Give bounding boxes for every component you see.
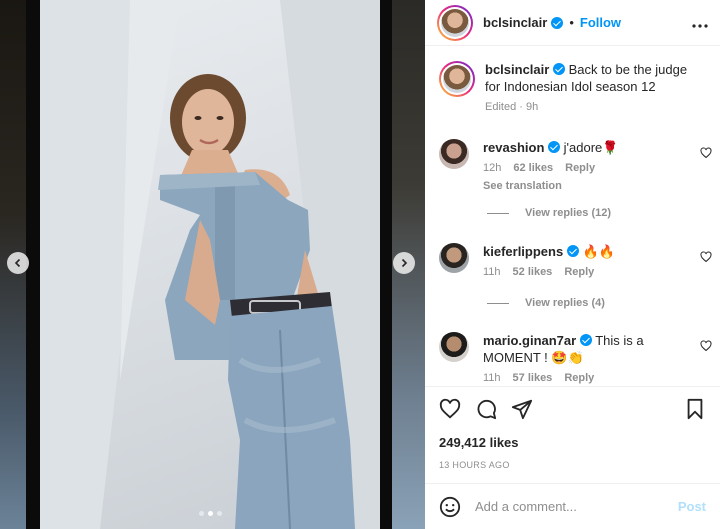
see-translation-link[interactable]: See translation [483,180,698,192]
comment-like-heart-icon[interactable] [700,251,712,263]
carousel-indicator [199,511,222,516]
verified-badge-icon [566,245,579,257]
caption-timestamp: Edited · 9h [485,101,539,113]
comment-item: kieferlippens 🔥🔥 11h 52 likes Reply [439,243,698,278]
verified-badge-icon [548,141,561,153]
comment-likes[interactable]: 62 likes [513,162,553,174]
comment-text: 🔥🔥 [582,244,615,259]
comment-item: mario.ginan7ar This is a MOMENT ! 🤩👏 11h… [439,332,698,384]
view-replies-button[interactable]: View replies (12) [487,207,611,219]
more-icon [692,24,708,28]
verified-badge-icon [579,334,592,346]
action-bar [425,387,720,431]
photo-illustration [40,0,380,529]
chevron-right-icon [401,258,408,268]
post-header: bclsinclair • Follow [425,0,720,46]
author-username[interactable]: bclsinclair [483,15,547,30]
author-avatar[interactable] [437,4,473,41]
caption-meta: Edited · 9h [485,101,705,113]
reply-button[interactable]: Reply [564,266,594,278]
caption-avatar[interactable] [439,61,475,97]
comment-likes[interactable]: 57 likes [513,372,553,384]
separator-dot: • [569,15,574,30]
view-replies-button[interactable]: View replies (4) [487,297,605,309]
caption-username[interactable]: bclsinclair [485,62,549,77]
verified-badge-icon [551,16,564,29]
next-image-button[interactable] [393,252,415,274]
post-photo [40,0,380,529]
avatar-image [443,65,471,93]
bookmark-icon[interactable] [684,398,706,420]
comments-list[interactable]: bclsinclair Back to be the judge for Ind… [425,47,720,385]
comment-meta: 11h 57 likes Reply [483,372,698,384]
comment-input[interactable] [475,499,678,514]
comment-meta: 11h 52 likes Reply [483,266,698,278]
comment-like-heart-icon[interactable] [700,340,712,352]
caption-text: bclsinclair Back to be the judge for Ind… [485,61,705,95]
add-comment-bar: Post [425,483,720,529]
reply-button[interactable]: Reply [564,372,594,384]
carousel-dot [208,511,213,516]
post-timestamp[interactable]: 13 HOURS AGO [425,460,720,470]
reply-button[interactable]: Reply [565,162,595,174]
commenter-avatar[interactable] [439,139,469,169]
post-caption: bclsinclair Back to be the judge for Ind… [439,61,705,113]
follow-button[interactable]: Follow [580,15,621,30]
heart-icon[interactable] [439,398,461,420]
comment-item: revashion j'adore🌹 12h 62 likes Reply Se… [439,139,698,192]
more-options-button[interactable] [692,12,708,33]
carousel-dot [199,511,204,516]
verified-badge-icon [552,63,565,75]
comment-text: j'adore🌹 [563,140,619,155]
comment-time: 11h [483,266,501,278]
post-actions: 249,412 likes 13 HOURS AGO [425,386,720,470]
commenter-avatar[interactable] [439,332,469,362]
post-comment-button[interactable]: Post [678,499,706,514]
view-replies-label: View replies (12) [525,207,612,219]
comment-username[interactable]: revashion [483,140,544,155]
commenter-avatar[interactable] [439,243,469,273]
share-icon[interactable] [511,398,533,420]
comment-username[interactable]: mario.ginan7ar [483,333,576,348]
previous-image-button[interactable] [7,252,29,274]
comment-meta: 12h 62 likes Reply [483,162,698,174]
view-replies-label: View replies (4) [525,297,605,309]
comment-time: 12h [483,162,502,174]
avatar-image [441,8,469,37]
chevron-left-icon [14,258,21,268]
carousel-dot [217,511,222,516]
post-details-panel: bclsinclair • Follow bclsinclair Back to… [425,0,720,529]
comment-like-heart-icon[interactable] [700,147,712,159]
comment-username[interactable]: kieferlippens [483,244,563,259]
comment-time: 11h [483,372,501,384]
smiley-icon[interactable] [439,496,461,518]
comment-icon[interactable] [475,398,497,420]
comment-likes[interactable]: 52 likes [513,266,553,278]
likes-count[interactable]: 249,412 likes [425,435,720,450]
post-media [0,0,425,529]
